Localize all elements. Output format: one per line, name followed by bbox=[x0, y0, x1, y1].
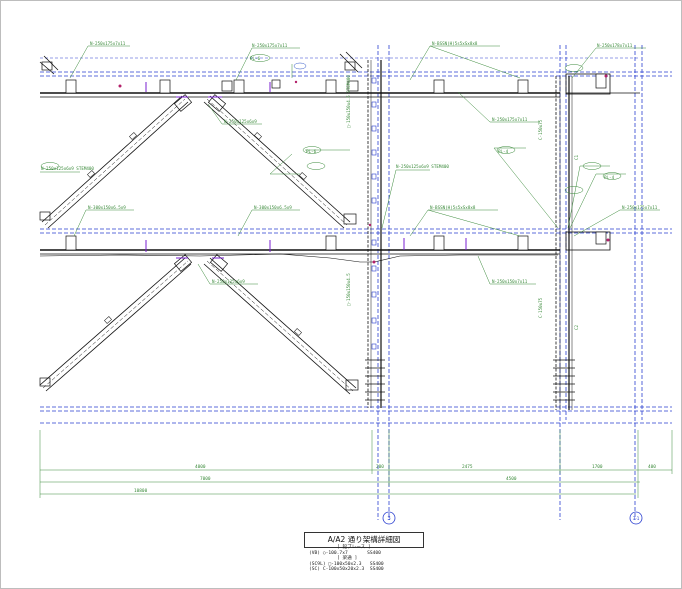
label-top-left: N-250x175x7x11 bbox=[90, 41, 126, 46]
dim-row1-e: 400 bbox=[648, 464, 656, 470]
gusset-plates bbox=[39, 61, 359, 391]
column-center bbox=[367, 60, 382, 408]
label-top-far-right: N-250x178x7x11 bbox=[597, 43, 633, 48]
brace-lower-left bbox=[39, 257, 192, 392]
label-top-mid: N-250x175x7x11 bbox=[252, 43, 288, 48]
label-beam-mid-3: N-BSSN(H)5s5xSx8x8 bbox=[430, 205, 476, 210]
label-beam-right-1: N-250x175x7x11 bbox=[492, 117, 528, 122]
dim-row1-d: 1700 bbox=[592, 464, 603, 470]
anchor-dots bbox=[118, 74, 610, 264]
dimension-texts: 4000 200 2475 1700 400 7000 4500 10800 bbox=[134, 464, 656, 494]
frame-detail-drawing: N-250x175x7x11 N-250x175x7x11 N-BSSN(H)5… bbox=[39, 41, 673, 525]
brace-upper-top-left bbox=[39, 55, 59, 75]
column-bolts bbox=[371, 77, 377, 350]
upper-beam bbox=[40, 73, 640, 98]
label-col-note-2: □-150x150x4.5 bbox=[346, 273, 351, 306]
label-lower-note-2: N-250x125x6x9 bbox=[212, 279, 245, 284]
dim-row2-a: 7000 bbox=[200, 476, 211, 482]
label-col-c1: C1 bbox=[574, 154, 579, 160]
label-col-c2: C2 bbox=[574, 324, 579, 330]
label-beam-mid-4: N-250x175x7x11 bbox=[622, 205, 658, 210]
grid-lines bbox=[40, 45, 672, 520]
revision-clouds bbox=[40, 54, 622, 194]
label-plate-b: PL-6 bbox=[306, 149, 317, 154]
label-brace-mid-note: N-250x125x6x9 STEM400 bbox=[396, 164, 449, 169]
label-lower-note-1: N-250x125x6x9 bbox=[224, 119, 257, 124]
dim-row3-a: 10800 bbox=[134, 488, 148, 494]
dim-row1-b: 200 bbox=[376, 464, 384, 470]
member-annotations: N-250x175x7x11 N-250x175x7x11 N-BSSN(H)5… bbox=[41, 41, 658, 330]
label-lower-note-3: N-250x150x7x11 bbox=[492, 279, 528, 284]
label-col-note-1: □-150x150x4.5 STEM400 bbox=[346, 75, 351, 128]
grid-bubble-3-label: 3 bbox=[387, 516, 391, 522]
label-plate-d: PL-4 bbox=[604, 175, 615, 180]
label-col-lower-1: C-150x75 bbox=[538, 297, 543, 318]
beam-connections-middle bbox=[65, 231, 607, 251]
label-plate-c: PL-4 bbox=[498, 149, 509, 154]
label-brace-left-note: N-250x125x6x9 STEM400 bbox=[41, 166, 94, 171]
label-beam-mid-2: N-300x150x6.5x9 bbox=[254, 205, 292, 210]
dim-row1-c: 2475 bbox=[462, 464, 473, 470]
label-beam-right-2: C-150x75 bbox=[538, 119, 543, 140]
label-beam-mid-1: N-300x150x6.5x9 bbox=[88, 205, 126, 210]
beam-connections-upper bbox=[65, 73, 607, 94]
spec-beam-line-2: (SC) C-100x50x20x2.3 SS400 bbox=[309, 567, 384, 573]
dimension-lines bbox=[39, 430, 673, 498]
member-spec-list: [ 鉛ブレース ] (VB) ○-100.7x7 SS400[ 梁通 ] (SC9L… bbox=[309, 545, 384, 573]
base-plates bbox=[365, 359, 575, 401]
dim-row2-b: 4500 bbox=[506, 476, 517, 482]
label-top-right: N-BSSN(H)5s5xSx8x8 bbox=[432, 41, 478, 46]
grid-bubble-4-label: 3-1 bbox=[633, 516, 640, 521]
grid-bubble-4: 3-1 bbox=[629, 511, 643, 525]
dim-row1-a: 4000 bbox=[195, 464, 206, 470]
label-plate-a: PL-6 bbox=[250, 56, 261, 61]
